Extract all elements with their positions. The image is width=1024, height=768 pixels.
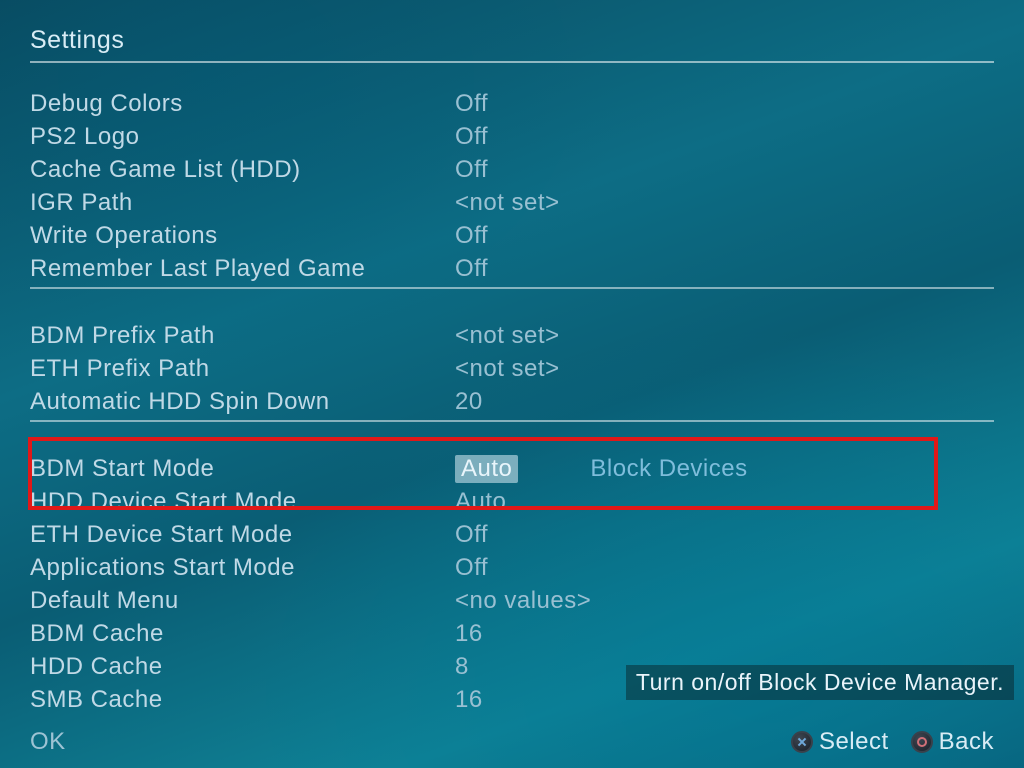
legend-back-label: Back — [939, 728, 994, 756]
hint-tooltip: Turn on/off Block Device Manager. — [626, 665, 1014, 700]
ok-button[interactable]: OK — [30, 728, 66, 756]
label-bdm-prefix-path: BDM Prefix Path — [30, 322, 455, 350]
label-default-menu: Default Menu — [30, 587, 455, 615]
label-hdd-start-mode: HDD Device Start Mode — [30, 488, 455, 516]
row-bdm-start-mode[interactable]: BDM Start Mode Auto Block Devices — [30, 452, 994, 485]
label-eth-prefix-path: ETH Prefix Path — [30, 355, 455, 383]
label-cache-game-list: Cache Game List (HDD) — [30, 156, 455, 184]
settings-group-2: BDM Prefix Path <not set> ETH Prefix Pat… — [30, 319, 994, 422]
row-default-menu[interactable]: Default Menu <no values> — [30, 584, 994, 617]
value-remember-last-played[interactable]: Off — [455, 255, 488, 283]
value-bdm-cache[interactable]: 16 — [455, 620, 483, 648]
cross-icon — [791, 731, 813, 753]
label-remember-last-played: Remember Last Played Game — [30, 255, 455, 283]
label-auto-hdd-spin-down: Automatic HDD Spin Down — [30, 388, 455, 416]
label-ps2-logo: PS2 Logo — [30, 123, 455, 151]
value-igr-path[interactable]: <not set> — [455, 189, 560, 217]
value-default-menu[interactable]: <no values> — [455, 587, 591, 615]
value-eth-start-mode[interactable]: Off — [455, 521, 488, 549]
value-cache-game-list[interactable]: Off — [455, 156, 488, 184]
row-bdm-prefix-path[interactable]: BDM Prefix Path <not set> — [30, 319, 994, 352]
section-gap — [30, 289, 994, 319]
label-bdm-start-mode: BDM Start Mode — [30, 455, 455, 483]
value-bdm-prefix-path[interactable]: <not set> — [455, 322, 560, 350]
value-write-operations[interactable]: Off — [455, 222, 488, 250]
label-eth-start-mode: ETH Device Start Mode — [30, 521, 455, 549]
row-hdd-start-mode[interactable]: HDD Device Start Mode Auto — [30, 485, 994, 518]
circle-icon — [911, 731, 933, 753]
legend-select-label: Select — [819, 728, 889, 756]
row-igr-path[interactable]: IGR Path <not set> — [30, 186, 994, 219]
button-legend: Select Back — [791, 728, 994, 756]
value-smb-cache[interactable]: 16 — [455, 686, 483, 714]
label-smb-cache: SMB Cache — [30, 686, 455, 714]
row-auto-hdd-spin-down[interactable]: Automatic HDD Spin Down 20 — [30, 385, 994, 418]
row-cache-game-list[interactable]: Cache Game List (HDD) Off — [30, 153, 994, 186]
value-hdd-start-mode[interactable]: Auto — [455, 488, 506, 516]
label-igr-path: IGR Path — [30, 189, 455, 217]
link-block-devices[interactable]: Block Devices — [590, 455, 747, 483]
label-bdm-cache: BDM Cache — [30, 620, 455, 648]
value-auto-hdd-spin-down[interactable]: 20 — [455, 388, 483, 416]
row-ps2-logo[interactable]: PS2 Logo Off — [30, 120, 994, 153]
row-apps-start-mode[interactable]: Applications Start Mode Off — [30, 551, 994, 584]
row-eth-start-mode[interactable]: ETH Device Start Mode Off — [30, 518, 994, 551]
row-eth-prefix-path[interactable]: ETH Prefix Path <not set> — [30, 352, 994, 385]
row-debug-colors[interactable]: Debug Colors Off — [30, 87, 994, 120]
label-hdd-cache: HDD Cache — [30, 653, 455, 681]
legend-back: Back — [911, 728, 994, 756]
section-gap — [30, 422, 994, 452]
row-write-operations[interactable]: Write Operations Off — [30, 219, 994, 252]
page-title: Settings — [30, 26, 994, 63]
label-write-operations: Write Operations — [30, 222, 455, 250]
value-hdd-cache[interactable]: 8 — [455, 653, 469, 681]
value-ps2-logo[interactable]: Off — [455, 123, 488, 151]
footer-bar: OK Select Back — [30, 728, 994, 756]
row-remember-last-played[interactable]: Remember Last Played Game Off — [30, 252, 994, 285]
label-debug-colors: Debug Colors — [30, 90, 455, 118]
value-apps-start-mode[interactable]: Off — [455, 554, 488, 582]
label-apps-start-mode: Applications Start Mode — [30, 554, 455, 582]
legend-select: Select — [791, 728, 889, 756]
settings-group-1: Debug Colors Off PS2 Logo Off Cache Game… — [30, 87, 994, 289]
value-bdm-start-mode[interactable]: Auto — [455, 455, 518, 483]
row-bdm-cache[interactable]: BDM Cache 16 — [30, 617, 994, 650]
value-eth-prefix-path[interactable]: <not set> — [455, 355, 560, 383]
value-debug-colors[interactable]: Off — [455, 90, 488, 118]
